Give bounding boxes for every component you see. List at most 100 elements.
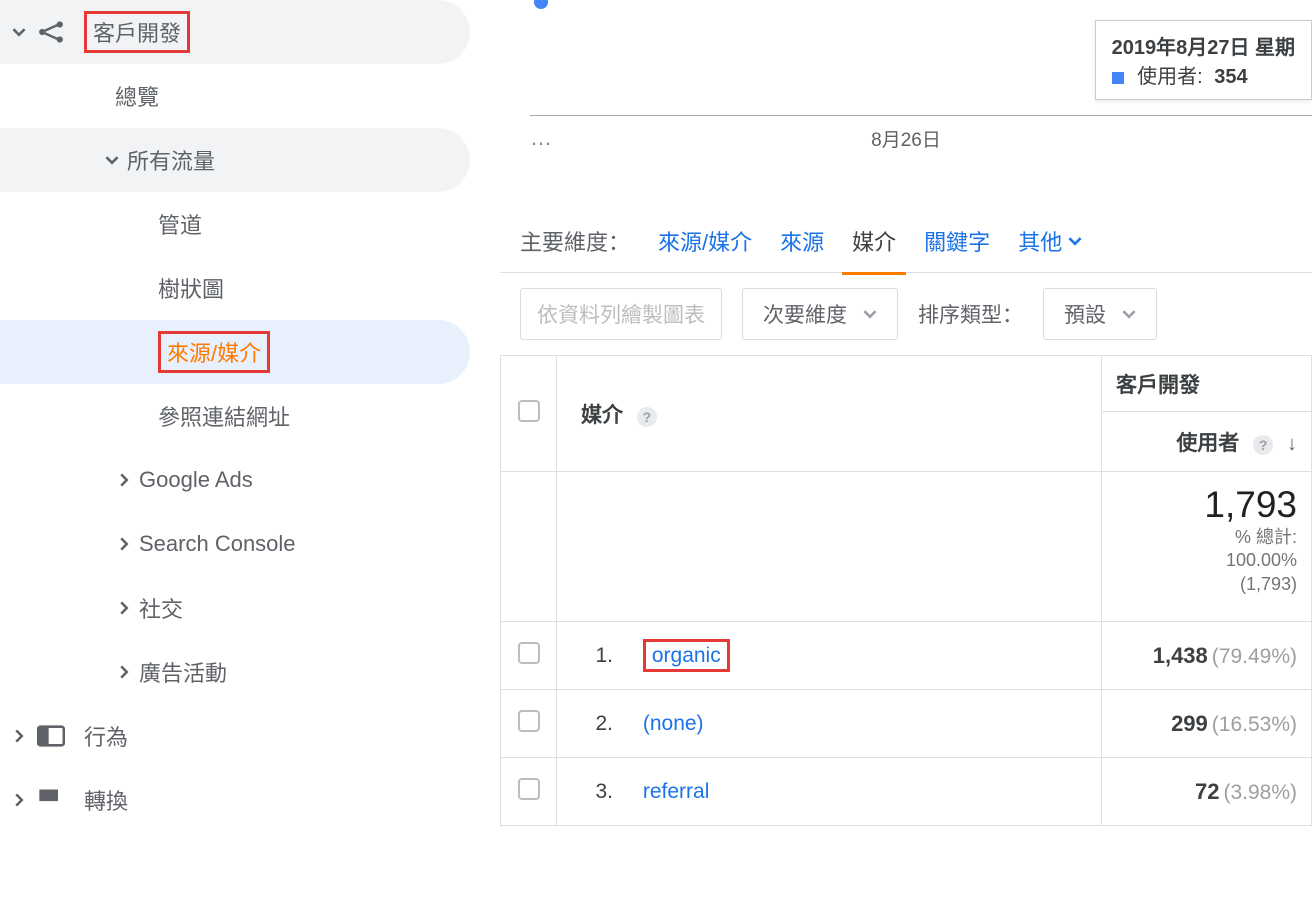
table-row: 1. organic 1,438(79.49%): [501, 622, 1312, 690]
tab-other[interactable]: 其他: [1018, 225, 1082, 257]
data-table: 媒介 ? 客戶開發 使用者 ? ↓: [500, 355, 1312, 826]
sort-desc-icon: ↓: [1287, 433, 1297, 455]
tooltip-users-label: 使用者:: [1137, 66, 1203, 88]
nav-conversions-label: 轉換: [84, 784, 128, 816]
cell-users: 299(16.53%): [1102, 690, 1312, 758]
cell-users: 72(3.98%): [1102, 758, 1312, 826]
tab-medium[interactable]: 媒介: [852, 225, 896, 257]
th-check-all[interactable]: [501, 356, 557, 472]
help-icon[interactable]: ?: [637, 407, 657, 427]
nav-all-traffic[interactable]: 所有流量: [0, 128, 470, 192]
nav-campaigns[interactable]: 廣告活動: [0, 640, 480, 704]
primary-dimension-label: 主要維度：: [520, 225, 630, 257]
cell-medium: 2. (none): [557, 690, 1102, 758]
series-color-icon: [1112, 72, 1124, 84]
nav-treemap-label: 樹狀圖: [158, 272, 224, 304]
nav-social[interactable]: 社交: [0, 576, 480, 640]
nav-referrals[interactable]: 參照連結網址: [0, 384, 480, 448]
checkbox-icon[interactable]: [518, 778, 540, 800]
nav-channels[interactable]: 管道: [0, 192, 480, 256]
cell-check[interactable]: [501, 690, 557, 758]
users-value: 299: [1171, 711, 1208, 736]
nav-referrals-label: 參照連結網址: [158, 400, 290, 432]
tab-source-medium[interactable]: 來源/媒介: [658, 225, 752, 257]
checkbox-icon[interactable]: [518, 710, 540, 732]
medium-link[interactable]: referral: [643, 780, 710, 803]
th-medium-label: 媒介: [581, 404, 623, 427]
nav-search-console-label: Search Console: [139, 531, 296, 557]
cell-medium: 3. referral: [557, 758, 1102, 826]
plot-rows-button[interactable]: 依資料列繪製圖表: [520, 288, 722, 340]
checkbox-icon[interactable]: [518, 642, 540, 664]
medium-link[interactable]: organic: [643, 639, 730, 672]
table-row: 2. (none) 299(16.53%): [501, 690, 1312, 758]
primary-dimension-row: 主要維度： 來源/媒介 來源 媒介 關鍵字 其他: [500, 170, 1312, 272]
cell-summary-users: 1,793 % 總計: 100.00% (1,793): [1102, 472, 1312, 622]
nav-acquisition-label: 客戶開發: [84, 11, 190, 53]
cell-check[interactable]: [501, 758, 557, 826]
nav-behavior[interactable]: 行為: [0, 704, 480, 768]
tab-source[interactable]: 來源: [780, 225, 824, 257]
users-value: 1,438: [1153, 643, 1208, 668]
nav-search-console[interactable]: Search Console: [0, 512, 480, 576]
th-group-label: 客戶開發: [1116, 374, 1200, 397]
cell-medium: 1. organic: [557, 622, 1102, 690]
th-users[interactable]: 使用者 ? ↓: [1102, 412, 1312, 472]
th-medium[interactable]: 媒介 ?: [557, 356, 1102, 472]
secondary-dimension-dropdown[interactable]: 次要維度: [742, 288, 898, 340]
summary-pct-value: 100.00%: [1102, 549, 1297, 572]
chart-datapoint-icon: [534, 0, 548, 9]
caret-down-icon: [1122, 307, 1136, 321]
caret-down-icon: [1068, 234, 1082, 248]
caret-right-icon: [115, 537, 133, 551]
caret-right-icon: [10, 729, 28, 743]
tab-keyword[interactable]: 關鍵字: [924, 225, 990, 257]
row-index: 1.: [581, 644, 613, 668]
caret-right-icon: [115, 473, 133, 487]
secondary-dimension-label: 次要維度: [763, 299, 847, 329]
behavior-icon: [34, 725, 68, 747]
caret-right-icon: [115, 601, 133, 615]
help-icon[interactable]: ?: [1253, 435, 1273, 455]
sort-type-value: 預設: [1064, 299, 1106, 329]
cell-summary-check: [501, 472, 557, 622]
caret-down-icon: [103, 153, 121, 167]
users-pct: (3.98%): [1223, 781, 1297, 804]
sort-type-dropdown[interactable]: 預設: [1043, 288, 1157, 340]
conversions-icon: [34, 787, 68, 813]
nav-google-ads[interactable]: Google Ads: [0, 448, 480, 512]
nav-overview[interactable]: 總覽: [0, 64, 480, 128]
th-group-acquisition: 客戶開發: [1102, 356, 1312, 412]
table-row: 3. referral 72(3.98%): [501, 758, 1312, 826]
cell-check[interactable]: [501, 622, 557, 690]
caret-right-icon: [10, 793, 28, 807]
users-pct: (16.53%): [1212, 713, 1297, 736]
nav-conversions[interactable]: 轉換: [0, 768, 480, 832]
checkbox-icon[interactable]: [518, 400, 540, 422]
tooltip-date: 2019年8月27日 星期: [1112, 31, 1295, 60]
users-pct: (79.49%): [1212, 645, 1297, 668]
nav-all-traffic-label: 所有流量: [127, 144, 215, 176]
nav-acquisition[interactable]: 客戶開發: [0, 0, 470, 64]
th-users-label: 使用者: [1176, 432, 1239, 455]
summary-users-value: 1,793: [1102, 484, 1297, 526]
nav-campaigns-label: 廣告活動: [139, 656, 227, 688]
cell-users: 1,438(79.49%): [1102, 622, 1312, 690]
sort-type-label: 排序類型：: [918, 299, 1023, 329]
row-index: 2.: [581, 712, 613, 736]
row-index: 3.: [581, 780, 613, 804]
nav-social-label: 社交: [139, 592, 183, 624]
caret-down-icon: [863, 307, 877, 321]
chart-axis-date: 8月26日: [500, 125, 1312, 152]
nav-source-medium-label: 來源/媒介: [158, 331, 270, 373]
nav-behavior-label: 行為: [84, 720, 128, 752]
cell-summary-medium: [557, 472, 1102, 622]
nav-google-ads-label: Google Ads: [139, 467, 253, 493]
chart-tooltip: 2019年8月27日 星期 使用者: 354: [1095, 20, 1312, 100]
nav-treemap[interactable]: 樹狀圖: [0, 256, 480, 320]
nav-source-medium[interactable]: 來源/媒介: [0, 320, 470, 384]
nav-overview-label: 總覽: [115, 80, 159, 112]
summary-paren: (1,793): [1102, 573, 1297, 596]
nav-channels-label: 管道: [158, 208, 202, 240]
medium-link[interactable]: (none): [643, 712, 704, 735]
